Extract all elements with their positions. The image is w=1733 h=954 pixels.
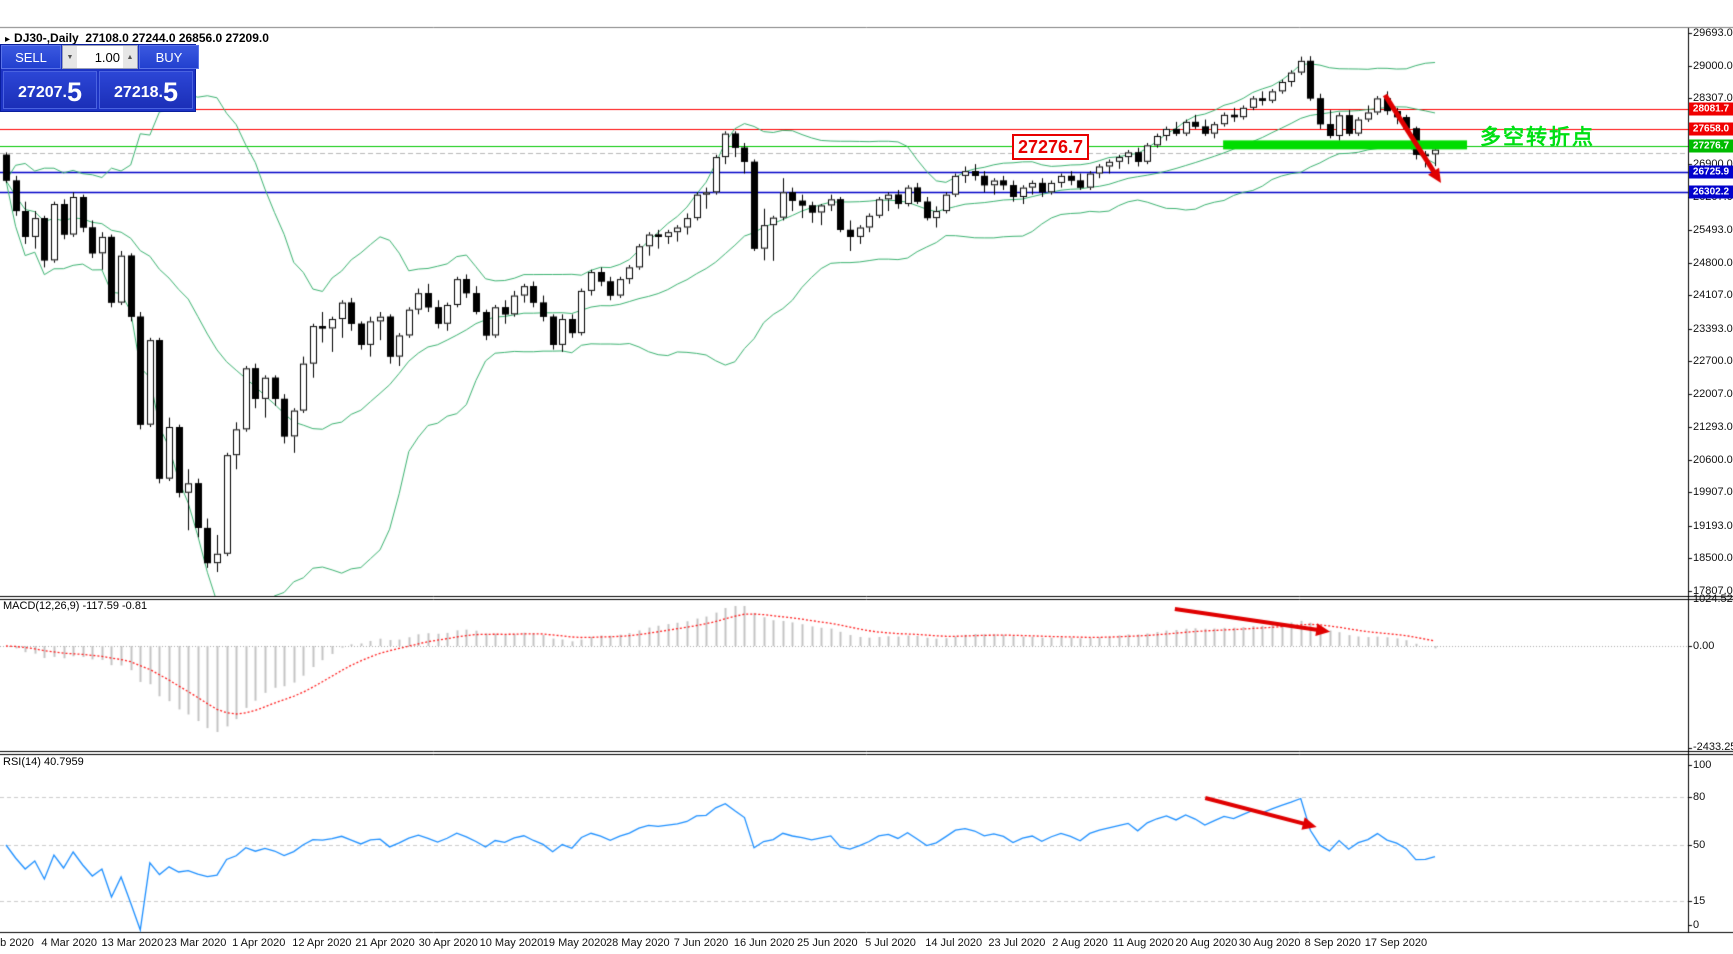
volume-increase-button[interactable]: ▲ <box>123 46 137 68</box>
sell-price-frac: 5 <box>67 79 82 106</box>
volume-stepper: ▼ ▲ <box>62 45 138 69</box>
buy-price-frac: 5 <box>163 79 178 106</box>
buy-price-display[interactable]: 27218.5 <box>99 71 193 109</box>
price-chart-canvas[interactable] <box>0 0 1733 954</box>
volume-decrease-button[interactable]: ▼ <box>63 46 77 68</box>
buy-button[interactable]: BUY <box>139 45 199 69</box>
sell-price-main: 27207. <box>18 80 67 106</box>
volume-input[interactable] <box>77 46 123 68</box>
sell-price-display[interactable]: 27207.5 <box>3 71 97 109</box>
sell-button[interactable]: SELL <box>1 45 61 69</box>
one-click-trading-panel: SELL ▼ ▲ BUY 27207.5 27218.5 <box>0 44 196 112</box>
mt4-application-window: ▥◷▤✚新订单✎☁◉◍▪自动交易⊞⇥⇥▦✚▼◷▼▤▼∿▼↖+|—∕∥E≡FAT✥… <box>0 0 1733 954</box>
buy-price-main: 27218. <box>114 80 163 106</box>
